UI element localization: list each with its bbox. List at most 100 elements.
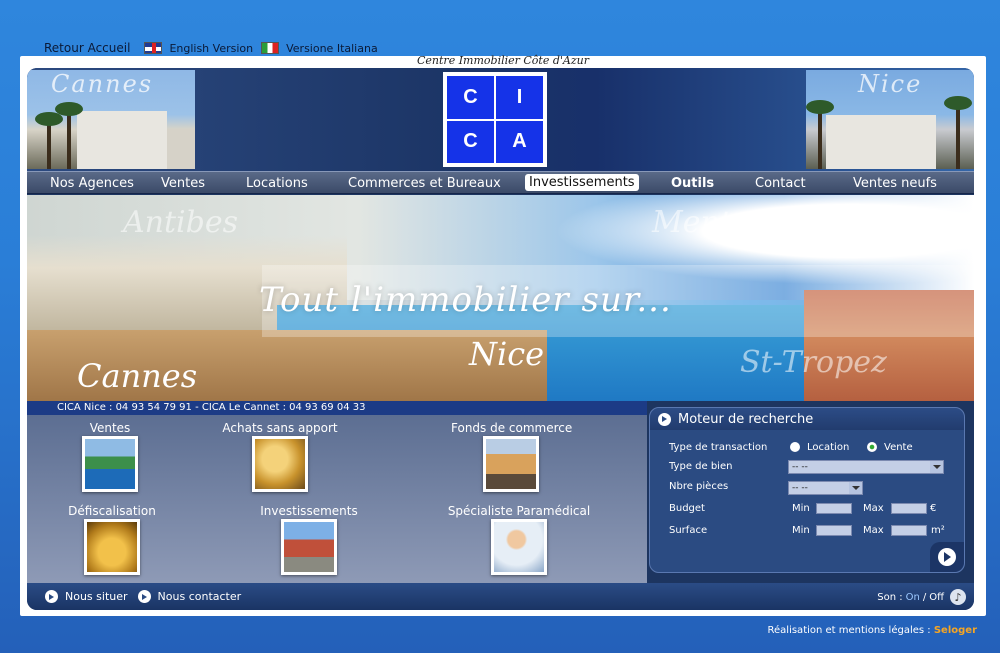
header-city-right: Nice [858, 70, 923, 98]
chevron-down-icon [849, 482, 862, 494]
credits: Réalisation et mentions légales : Seloge… [768, 625, 977, 636]
type-bien-value: -- -- [792, 462, 808, 472]
arrow-right-icon [45, 590, 58, 603]
sound-toggle: Son : On / Off ♪ [877, 589, 966, 605]
gold-coins-photo-icon [84, 519, 140, 575]
tile-label: Ventes [89, 421, 131, 435]
pieces-label: Nbre pièces [669, 481, 729, 492]
budget-min-input[interactable] [816, 503, 852, 514]
logo-letter: A [496, 120, 543, 163]
logo-letter: C [447, 76, 494, 119]
italian-link-label: Versione Italiana [286, 41, 378, 55]
street-photo-icon [483, 436, 539, 492]
nurse-photo-icon [491, 519, 547, 575]
nav-contact[interactable]: Contact [752, 175, 809, 192]
budget-min-label: Min [792, 503, 810, 514]
transaction-label: Type de transaction [669, 442, 768, 453]
nav-nos-agences[interactable]: Nos Agences [47, 175, 137, 192]
phone-numbers: CICA Nice : 04 93 54 79 91 - CICA Le Can… [27, 401, 647, 415]
arrow-right-icon [658, 412, 671, 426]
radio-location-label: Location [807, 442, 850, 453]
english-link-label: English Version [169, 41, 254, 55]
banner-city-menton: Menton [652, 205, 770, 240]
italian-link[interactable]: Versione Italiana [261, 42, 378, 55]
tile-fonds-commerce[interactable]: Fonds de commerce [451, 421, 573, 492]
pieces-select[interactable]: -- -- [788, 481, 863, 495]
type-bien-select[interactable]: -- -- [788, 460, 944, 474]
search-engine-panel: Moteur de recherche Type de transaction … [649, 407, 965, 573]
header: Cannes C I C A Nice [27, 68, 974, 171]
sound-off-button[interactable]: Off [929, 592, 944, 603]
keys-photo-icon [252, 436, 308, 492]
sound-label: Son : [877, 591, 903, 603]
tile-achats-sans-apport[interactable]: Achats sans apport [220, 421, 340, 492]
surface-min-label: Min [792, 525, 810, 536]
banner-city-cannes: Cannes [77, 357, 198, 395]
hero-banner: Antibes Menton Tout l'immobilier sur... … [27, 195, 974, 401]
site-subtitle: Centre Immobilier Côte d'Azur [417, 54, 589, 67]
nav-ventes[interactable]: Ventes [158, 175, 208, 192]
nous-situer-link[interactable]: Nous situer [45, 590, 128, 603]
home-link[interactable]: Retour Accueil [44, 41, 130, 55]
tile-label: Défiscalisation [68, 504, 156, 518]
nav-investissements[interactable]: Investissements [525, 174, 639, 191]
italy-flag-icon [261, 42, 280, 54]
tile-investissements[interactable]: Investissements [249, 504, 369, 575]
arrow-right-icon [938, 548, 956, 566]
sound-on-button[interactable]: On [906, 592, 920, 603]
english-link[interactable]: English Version [144, 42, 253, 55]
service-tiles: Ventes Achats sans apport Fonds de comme… [27, 415, 647, 583]
seloger-link[interactable]: Seloger [934, 625, 977, 636]
chevron-down-icon [930, 461, 943, 473]
search-header: Moteur de recherche [650, 408, 964, 430]
surface-max-input[interactable] [891, 525, 927, 536]
nous-situer-label: Nous situer [65, 590, 128, 603]
surface-min-input[interactable] [816, 525, 852, 536]
content-panel: Cannes C I C A Nice Nos Agences Ventes L… [27, 68, 974, 610]
coastline-photo-icon [82, 436, 138, 492]
transaction-row: Type de transaction [669, 442, 767, 453]
search-submit-button[interactable] [930, 542, 964, 572]
building-photo-icon [281, 519, 337, 575]
radio-location[interactable]: Location [790, 442, 849, 453]
nav-ventes-neufs[interactable]: Ventes neufs [850, 175, 940, 192]
nav-commerces-bureaux[interactable]: Commerces et Bureaux [345, 175, 504, 192]
radio-vente-label: Vente [884, 442, 913, 453]
surface-unit: m² [931, 525, 945, 536]
radio-vente[interactable]: Vente [867, 442, 913, 453]
credits-text[interactable]: Réalisation et mentions légales : [768, 625, 931, 636]
nous-contacter-label: Nous contacter [157, 590, 242, 603]
banner-city-st: St-Tropez [740, 345, 887, 380]
tile-ventes[interactable]: Ventes [82, 421, 138, 492]
music-note-icon[interactable]: ♪ [950, 589, 966, 605]
cannes-header-photo: Cannes [27, 70, 195, 169]
arrow-right-icon [137, 590, 151, 603]
budget-label: Budget [669, 503, 705, 514]
nav-locations[interactable]: Locations [243, 175, 311, 192]
budget-unit: € [930, 503, 937, 514]
tile-paramedical[interactable]: Spécialiste Paramédical [439, 504, 599, 575]
uk-flag-icon [144, 42, 163, 54]
search-title: Moteur de recherche [678, 411, 814, 427]
tile-label: Fonds de commerce [451, 421, 573, 435]
pieces-value: -- -- [792, 483, 808, 493]
logo-letter: I [496, 76, 543, 119]
budget-max-label: Max [863, 503, 884, 514]
tile-label: Investissements [260, 504, 358, 518]
header-city-left: Cannes [51, 70, 154, 98]
banner-headline: Tout l'immobilier sur... [259, 280, 672, 320]
type-bien-label: Type de bien [669, 461, 733, 472]
radio-location-circle[interactable] [790, 442, 800, 452]
tile-label: Spécialiste Paramédical [447, 504, 591, 518]
budget-max-input[interactable] [891, 503, 927, 514]
nous-contacter-link[interactable]: Nous contacter [137, 590, 242, 603]
radio-vente-circle[interactable] [867, 442, 877, 452]
tile-defiscalisation[interactable]: Défiscalisation [49, 504, 175, 575]
logo-letter: C [447, 120, 494, 163]
nice-header-photo: Nice [806, 70, 974, 169]
cica-logo[interactable]: C I C A [443, 72, 547, 167]
main-nav: Nos Agences Ventes Locations Commerces e… [27, 171, 974, 194]
nav-outils[interactable]: Outils [668, 175, 717, 192]
surface-label: Surface [669, 525, 708, 536]
banner-city-nice: Nice [469, 335, 545, 373]
